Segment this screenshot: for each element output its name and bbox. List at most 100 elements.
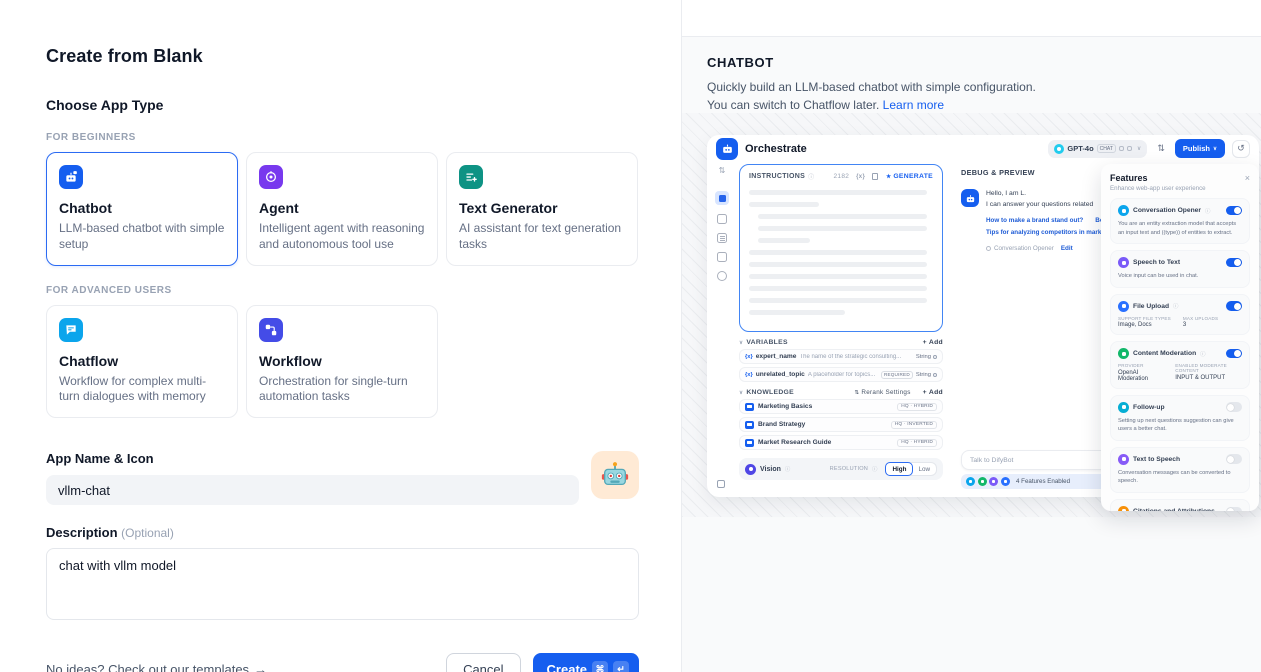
instructions-placeholder-text	[749, 190, 933, 315]
feature-toggle	[1226, 349, 1242, 359]
app-type-desc: LLM-based chatbot with simple setup	[59, 221, 225, 253]
for-beginners-label: FOR BEGINNERS	[46, 132, 639, 143]
model-selector: GPT-4o CHAT ∨	[1048, 140, 1147, 158]
text-generator-icon	[459, 165, 483, 189]
text-to-speech-icon	[1118, 454, 1129, 465]
knowledge-folder-icon	[745, 421, 754, 429]
app-type-desc: Intelligent agent with reasoning and aut…	[259, 221, 425, 253]
feature-toggle	[1226, 206, 1242, 216]
feature-card-follow-up: Follow-up Setting up next questions sugg…	[1110, 395, 1250, 441]
chatflow-icon	[59, 318, 83, 342]
placeholder-line	[749, 202, 819, 207]
knowledge-row: Brand Strategy HQ · INVERTED	[739, 417, 943, 432]
chevron-down-icon: ∨	[1213, 146, 1217, 152]
chevron-down-icon: ∨	[1137, 145, 1141, 152]
info-icon: ⓘ	[1205, 207, 1210, 215]
rerank-settings-button: ⇅ Rerank Settings	[854, 389, 910, 396]
moderation-feature-icon	[978, 477, 987, 486]
workflow-icon	[259, 318, 283, 342]
feature-card-text-to-speech: Text to Speech Conversation messages can…	[1110, 447, 1250, 493]
app-type-card-chatflow[interactable]: Chatflow Workflow for complex multi-turn…	[46, 305, 238, 419]
preview-orchestrate-column: INSTRUCTIONS ⓘ 2182 {x} ★ GENERATE	[737, 162, 949, 497]
speech-feature-icon	[989, 477, 998, 486]
variable-type-tag: String	[916, 354, 937, 360]
resolution-high-option: High	[885, 462, 913, 476]
agent-icon	[259, 165, 283, 189]
model-params-icon: ⇅	[1157, 143, 1165, 154]
feature-card-content-moderation: Content Moderation ⓘ PROVIDEROpenAI Mode…	[1110, 341, 1250, 389]
app-type-card-text-generator[interactable]: Text Generator AI assistant for text gen…	[446, 152, 638, 266]
for-advanced-users-label: FOR ADVANCED USERS	[46, 285, 639, 296]
resolution-low-option: Low	[912, 463, 936, 475]
placeholder-line	[758, 214, 927, 219]
app-type-card-chatbot[interactable]: Chatbot LLM-based chatbot with simple se…	[46, 152, 238, 266]
upload-feature-icon	[1001, 477, 1010, 486]
resolution-label: RESOLUTION	[830, 466, 868, 472]
app-type-card-workflow[interactable]: Workflow Orchestration for single-turn a…	[246, 305, 438, 419]
chevron-down-icon: ∨	[739, 340, 743, 346]
suggested-question: How to make a brand stand out?	[986, 217, 1083, 224]
sparkle-icon: ★	[886, 174, 891, 180]
variable-type-tag: String	[916, 372, 937, 378]
chat-bubble-icon	[1118, 402, 1129, 413]
feature-toggle	[1226, 507, 1242, 511]
preview-app-icon	[716, 138, 738, 160]
vision-row: Vision ⓘ RESOLUTION ⓘ High Low	[739, 458, 943, 480]
microphone-icon	[1118, 257, 1129, 268]
learn-more-link[interactable]: Learn more	[883, 98, 944, 112]
vision-eye-icon	[745, 464, 756, 475]
feature-card-speech-to-text: Speech to Text Voice input can be used i…	[1110, 250, 1250, 288]
model-lock-icon	[1119, 146, 1124, 151]
add-knowledge-button: + Add	[923, 389, 943, 396]
preview-sidebar: ⇅	[707, 162, 737, 497]
resolution-toggle: High Low	[885, 462, 937, 476]
app-type-desc: Orchestration for single-turn automation…	[259, 374, 425, 406]
app-type-preview-panel: CHATBOT Quickly build an LLM-based chatb…	[681, 0, 1261, 672]
suggested-question: Tips for analyzing competitors in market	[986, 229, 1107, 236]
chevron-down-icon: ∨	[739, 390, 743, 396]
knowledge-row: Marketing Basics HQ · HYBRID	[739, 399, 943, 414]
app-type-card-agent[interactable]: Agent Intelligent agent with reasoning a…	[246, 152, 438, 266]
features-panel: Features × Enhance web-app user experien…	[1101, 164, 1259, 511]
app-icon-picker[interactable]	[591, 451, 639, 499]
description-textarea[interactable]: chat with vllm model	[46, 548, 639, 620]
cancel-button[interactable]: Cancel	[446, 653, 520, 672]
placeholder-line	[749, 286, 927, 291]
sidebar-globe-icon	[717, 271, 727, 281]
feature-toggle	[1226, 258, 1242, 268]
folder-icon	[1118, 301, 1129, 312]
preview-description: Quickly build an LLM-based chatbot with …	[707, 78, 1039, 114]
preview-app-title: Orchestrate	[745, 143, 807, 155]
swap-icon: ⇅	[854, 390, 859, 396]
variables-section-header: ∨ VARIABLES + Add	[739, 339, 943, 346]
knowledge-folder-icon	[745, 403, 754, 411]
model-settings-icon	[1127, 146, 1132, 151]
bot-greeting: Hello, I am L. I can answer your questio…	[986, 189, 1093, 210]
sidebar-bottom-icon	[717, 480, 725, 488]
generate-button: ★ GENERATE	[886, 173, 933, 180]
placeholder-line	[749, 262, 927, 267]
sidebar-image-icon	[717, 214, 727, 224]
history-icon: ↺	[1232, 140, 1250, 158]
info-icon: ⓘ	[785, 465, 790, 473]
feature-toggle	[1226, 402, 1242, 412]
app-type-title: Chatbot	[59, 200, 225, 216]
citation-icon	[1118, 506, 1129, 511]
gear-icon	[933, 373, 937, 377]
publish-button: Publish ∨	[1175, 139, 1225, 158]
templates-link[interactable]: No ideas? Check out our templates →	[46, 662, 267, 672]
enter-key-icon: ↵	[613, 661, 629, 672]
preview-heading: CHATBOT	[707, 55, 1236, 70]
choose-app-type-label: Choose App Type	[46, 97, 639, 113]
opener-icon	[986, 246, 991, 251]
app-name-input[interactable]	[46, 475, 579, 505]
app-type-title: Agent	[259, 200, 425, 216]
opener-feature-icon	[966, 477, 975, 486]
knowledge-section-header: ∨ KNOWLEDGE ⇅ Rerank Settings + Add	[739, 389, 943, 396]
feature-card-citations: Citations and Attributions Show source d…	[1110, 499, 1250, 511]
create-button[interactable]: Create ⌘ ↵	[533, 653, 639, 672]
clipboard-icon	[872, 173, 878, 180]
right-panel-header-strip	[682, 0, 1261, 37]
variable-token-icon: {x}	[856, 174, 865, 180]
knowledge-row: Market Research Guide HQ · HYBRID	[739, 435, 943, 450]
